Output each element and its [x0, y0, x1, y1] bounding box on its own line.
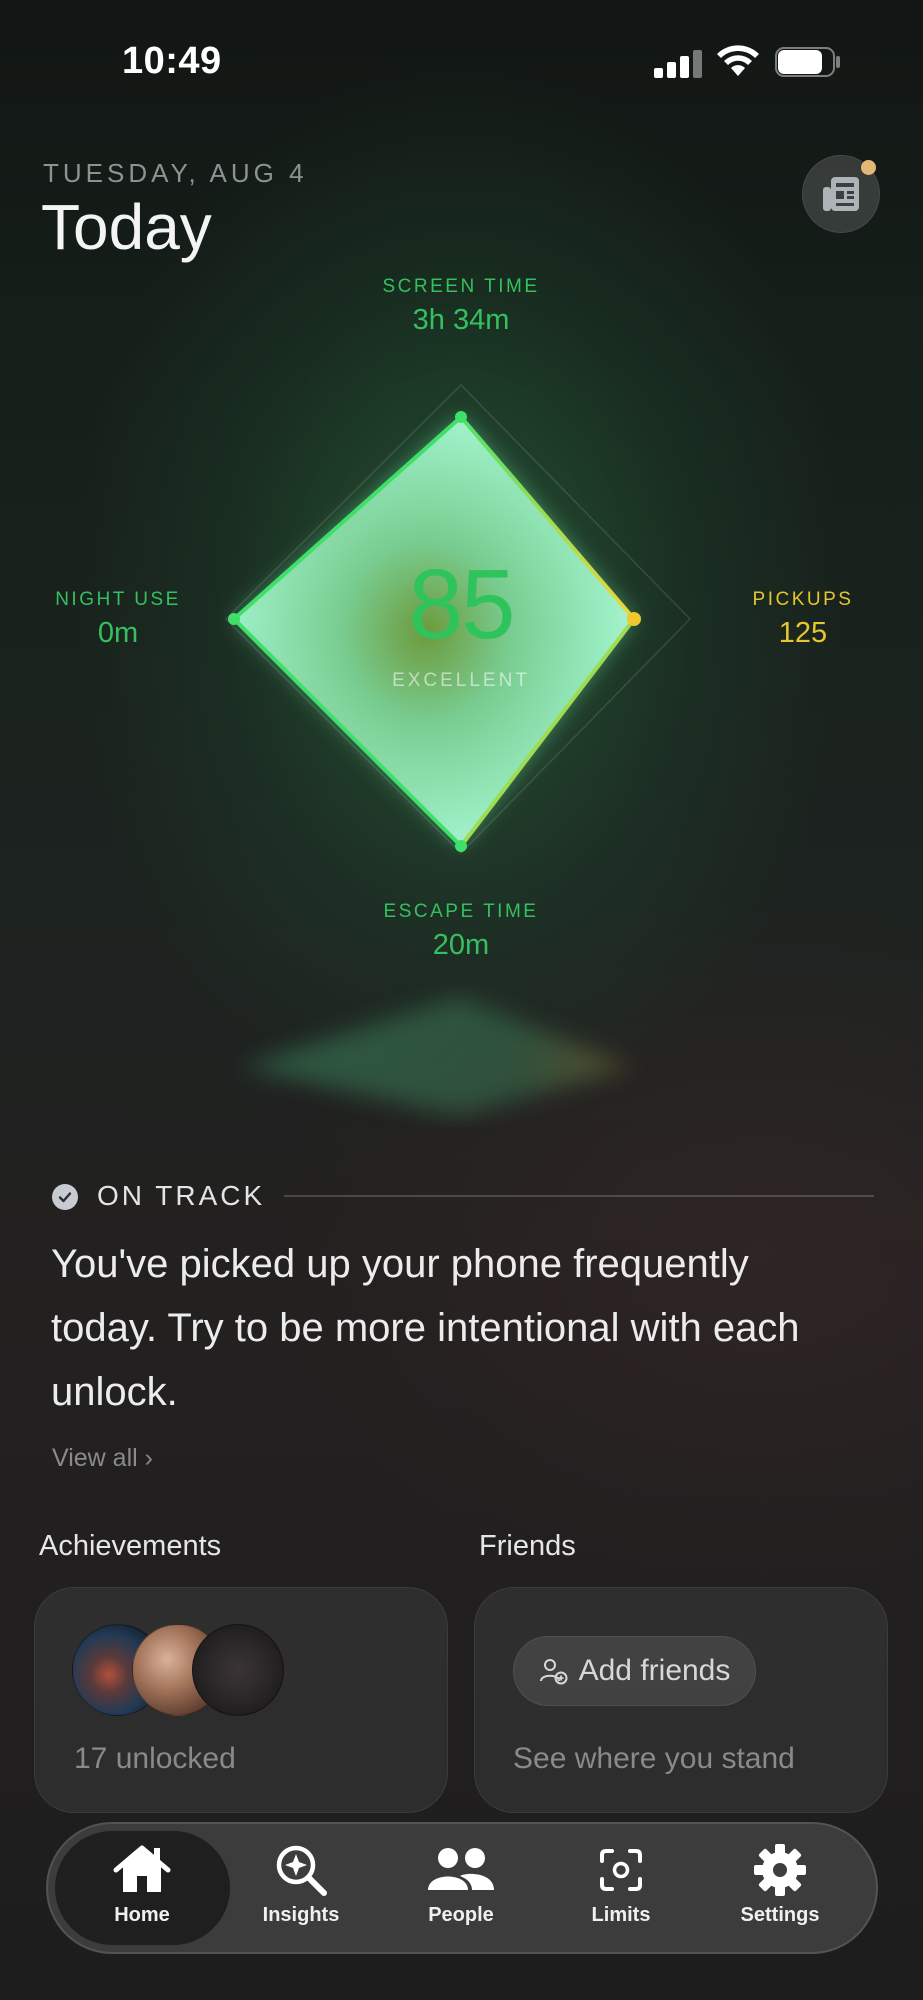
tab-label: Limits: [591, 1904, 651, 1926]
tab-insights[interactable]: Insights: [226, 1842, 376, 1942]
metric-value: 0m: [97, 617, 139, 649]
metric-value: 20m: [432, 929, 490, 961]
status-label: ON TRACK: [97, 1180, 266, 1211]
metric-screen-time[interactable]: SCREEN TIME 3h 34m: [361, 276, 561, 337]
tab-home[interactable]: Home: [67, 1842, 217, 1942]
wifi-icon: [717, 45, 759, 76]
tab-label: Home: [114, 1904, 170, 1926]
tab-label: People: [428, 1904, 494, 1926]
metric-night-use[interactable]: NIGHT USE 0m: [18, 589, 218, 650]
metric-value: 125: [778, 617, 828, 649]
metric-escape-time[interactable]: ESCAPE TIME 20m: [361, 901, 561, 962]
page-title: Today: [41, 191, 212, 263]
metric-label: ESCAPE TIME: [383, 901, 539, 922]
battery-icon: [775, 47, 840, 77]
home-icon: [113, 1845, 171, 1892]
tab-limits[interactable]: Limits: [546, 1842, 696, 1942]
date-label: TUESDAY, AUG 4: [43, 158, 308, 188]
check-circle-icon: [52, 1184, 78, 1210]
add-person-icon: [539, 1659, 568, 1685]
tab-settings[interactable]: Settings: [705, 1842, 855, 1942]
people-icon: [428, 1848, 494, 1890]
achievement-badge-planet: [192, 1624, 284, 1716]
cellular-signal-icon: [654, 48, 702, 78]
add-friends-label: Add friends: [578, 1654, 731, 1687]
divider: [284, 1195, 874, 1197]
insight-message: You've picked up your phone frequently t…: [51, 1242, 800, 1414]
metric-label: PICKUPS: [752, 589, 854, 610]
friends-title: Friends: [479, 1530, 576, 1562]
gear-icon: [754, 1844, 806, 1896]
metric-pickups[interactable]: PICKUPS 125: [703, 589, 903, 650]
add-friends-button[interactable]: Add friends: [513, 1636, 756, 1706]
friends-subtitle: See where you stand: [513, 1742, 795, 1775]
metric-label: NIGHT USE: [55, 589, 181, 610]
tab-label: Insights: [262, 1904, 340, 1926]
insights-search-icon: [276, 1845, 327, 1896]
newspaper-icon: [823, 177, 859, 211]
achievements-count: 17 unlocked: [74, 1742, 236, 1775]
limits-focus-icon: [600, 1849, 642, 1891]
tab-label: Settings: [740, 1904, 820, 1926]
achievements-title: Achievements: [39, 1530, 222, 1562]
status-time: 10:49: [122, 40, 222, 82]
notification-badge: [861, 160, 876, 175]
view-all-link[interactable]: View all ›: [52, 1444, 153, 1473]
metric-value: 3h 34m: [412, 304, 510, 336]
diamond-reflection: [240, 997, 630, 1115]
score-rating: EXCELLENT: [392, 670, 530, 691]
tab-people[interactable]: People: [386, 1842, 536, 1942]
score-value: 85: [408, 549, 515, 659]
metric-label: SCREEN TIME: [382, 276, 540, 297]
